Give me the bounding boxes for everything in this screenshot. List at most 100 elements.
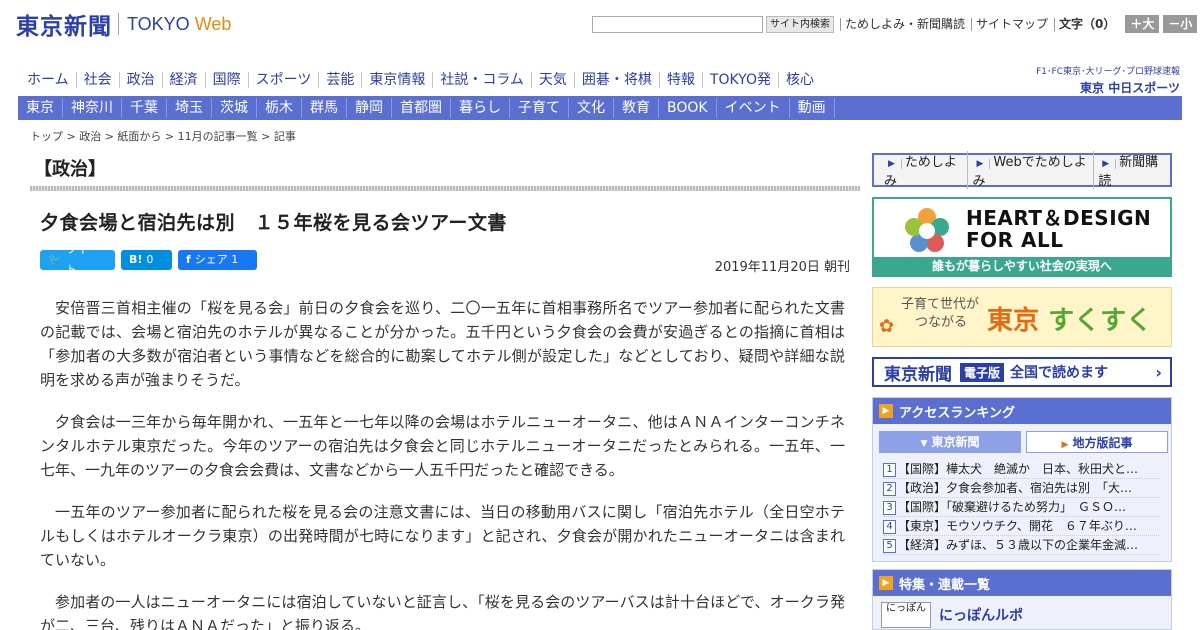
tokyo-sukusuku-banner[interactable]: ✿ 子育て世代が つながる 東京 すくすく <box>872 287 1172 347</box>
tweet-label: ツイート <box>65 243 99 276</box>
sitemap-link[interactable]: サイトマップ <box>971 17 1048 31</box>
heart-design-for-all-banner[interactable]: HEART＆DESIGN FOR ALL 誰もが暮らしやすい社会の実現へ <box>872 197 1172 277</box>
triangle-right-icon: ▶ <box>1098 159 1117 169</box>
tab-tokyo-shimbun[interactable]: ▼ 東京新聞 <box>879 431 1021 453</box>
ranking-item-text: 【国際】樺太犬 絶滅か 日本、秋田犬と… <box>898 462 1139 476</box>
region-book[interactable]: BOOK <box>659 98 717 118</box>
font-size-label: 文字（0） <box>1054 17 1115 31</box>
nav-international[interactable]: 国際 <box>204 72 248 88</box>
sukusuku-title: 東京 すくすく <box>987 300 1152 337</box>
rank-number: 4 <box>883 520 896 534</box>
nav-weather[interactable]: 天気 <box>530 72 574 88</box>
nav-kakushin[interactable]: 核心 <box>777 72 821 88</box>
chunichi-logo: 東京 中日スポーツ <box>1028 79 1180 96</box>
region-video[interactable]: 動画 <box>790 98 835 118</box>
ranking-item-text: 【国際】「破棄避けるため努力」 ＧＳＯ… <box>898 500 1127 514</box>
region-living[interactable]: 暮らし <box>451 98 510 118</box>
title-divider <box>30 186 860 191</box>
trial-reading-link[interactable]: ▶ ためしよみ <box>880 151 969 189</box>
nav-tokyo-hatsu[interactable]: TOKYO発 <box>701 72 778 88</box>
region-shutoken[interactable]: 首都圏 <box>392 98 451 118</box>
nav-go-shogi[interactable]: 囲碁・将棋 <box>573 72 659 88</box>
triangle-right-icon: ▶ <box>879 576 893 590</box>
font-increase-button[interactable]: ＋大 <box>1125 15 1160 33</box>
features-series-header: ▶ 特集・連載一覧 <box>873 570 1171 596</box>
flower-logo-icon <box>905 208 949 252</box>
chevron-right-icon: › <box>1155 362 1162 382</box>
hdfa-title-line1: HEART＆DESIGN <box>966 206 1152 230</box>
chunichi-sports-banner[interactable]: F1･FC東京･大リーグ･プロ野球速報 東京 中日スポーツ <box>1028 64 1180 96</box>
logo-english: TOKYO <box>127 13 190 34</box>
site-search-button[interactable]: サイト内検索 <box>766 15 834 33</box>
nav-tokyo-info[interactable]: 東京情報 <box>361 72 432 88</box>
hdfa-caption: 誰もが暮らしやすい社会の実現へ <box>874 257 1170 275</box>
nav-economy[interactable]: 経済 <box>161 72 205 88</box>
region-event[interactable]: イベント <box>717 98 790 118</box>
ranking-item[interactable]: 5 【経済】みずほ、５３歳以下の企業年金減… <box>883 536 1159 555</box>
ranking-item[interactable]: 3 【国際】「破棄避けるため努力」 ＧＳＯ… <box>883 498 1159 517</box>
access-ranking-header: ▶ アクセスランキング <box>873 398 1171 424</box>
hatena-count: 0 <box>146 253 154 266</box>
region-education[interactable]: 教育 <box>614 98 659 118</box>
features-series-panel: ▶ 特集・連載一覧 にっぽん にっぽんルポ <box>872 569 1172 630</box>
region-tokyo[interactable]: 東京 <box>18 98 63 118</box>
tab-local-edition[interactable]: ▶ 地方版記事 <box>1026 431 1168 453</box>
region-chiba[interactable]: 千葉 <box>122 98 167 118</box>
feature-item[interactable]: にっぽん にっぽんルポ <box>881 602 1023 628</box>
region-gunma[interactable]: 群馬 <box>302 98 347 118</box>
region-kanagawa[interactable]: 神奈川 <box>63 98 122 118</box>
breadcrumb[interactable]: トップ > 政治 > 紙面から > 11月の記事一覧 > 記事 <box>30 128 296 144</box>
site-logo[interactable]: 東京新聞 TOKYO Web <box>16 10 231 40</box>
site-search-input[interactable] <box>592 15 763 33</box>
ranking-item[interactable]: 4 【東京】モウソウチク、開花 ６７年ぶり… <box>883 517 1159 536</box>
facebook-share-button[interactable]: f シェア 1 <box>178 250 257 270</box>
tweet-button[interactable]: 🐦 ツイート <box>40 243 115 276</box>
subscription-links-box: ▶ ためしよみ ▶ Webでためしよみ ▶ 新聞購読 <box>872 151 1172 189</box>
logo-japanese: 東京新聞 <box>16 13 112 40</box>
region-parenting[interactable]: 子育て <box>510 98 569 118</box>
region-saitama[interactable]: 埼玉 <box>167 98 212 118</box>
nav-entertainment[interactable]: 芸能 <box>318 72 361 88</box>
feature-thumbnail: にっぽん <box>881 602 931 628</box>
digital-edition-banner[interactable]: 東京新聞 電子版 全国で読めます › <box>872 357 1172 387</box>
triangle-right-icon: ▶ <box>972 159 991 169</box>
section-title: 【政治】 <box>34 159 106 180</box>
triangle-right-icon: ▶ <box>1061 440 1069 450</box>
ranking-item[interactable]: 1 【国際】樺太犬 絶滅か 日本、秋田犬と… <box>883 460 1159 479</box>
article-date: 2019年11月20日 朝刊 <box>714 260 850 275</box>
logo-divider <box>118 13 119 35</box>
share-buttons: 🐦 ツイート B! 0 f シェア 1 <box>40 243 263 276</box>
main-nav: ホーム 社会 政治 経済 国際 スポーツ 芸能 東京情報 社説・コラム 天気 囲… <box>20 70 821 90</box>
sukusuku-subtitle: 子育て世代が つながる <box>901 296 979 332</box>
nav-home[interactable]: ホーム <box>20 72 76 88</box>
tab-local-edition-label: 地方版記事 <box>1072 436 1133 450</box>
article-paragraph: 安倍晋三首相主催の「桜を見る会」前日の夕食会を巡り、二〇一五年に首相事務所名でツ… <box>40 299 845 389</box>
facebook-f-icon: f <box>186 253 191 266</box>
ranking-list: 1 【国際】樺太犬 絶滅か 日本、秋田犬と… 2 【政治】夕食会参加者、宿泊先は別 … <box>883 460 1159 555</box>
region-culture[interactable]: 文化 <box>569 98 614 118</box>
rank-number: 5 <box>883 539 896 553</box>
ranking-item[interactable]: 2 【政治】夕食会参加者、宿泊先は別 「大… <box>883 479 1159 498</box>
region-tochigi[interactable]: 栃木 <box>257 98 302 118</box>
triangle-down-icon: ▼ <box>920 439 928 449</box>
rank-number: 3 <box>883 501 896 515</box>
nav-editorial[interactable]: 社説・コラム <box>432 72 531 88</box>
sukusuku-sub-line1: 子育て世代が <box>901 297 980 312</box>
subscribe-newspaper-link[interactable]: ▶ 新聞購読 <box>1094 151 1170 189</box>
chunichi-prefix: 東京 <box>1080 81 1105 95</box>
rank-number: 2 <box>883 482 896 496</box>
font-decrease-button[interactable]: －小 <box>1163 15 1198 33</box>
article-paragraph: 夕食会は一三年から毎年開かれ、一五年と一七年以降の会場はホテルニューオータニ、他… <box>40 413 845 479</box>
tulip-icon: ✿ <box>879 316 895 337</box>
nav-sports[interactable]: スポーツ <box>247 72 319 88</box>
sukusuku-title-a: 東京 <box>987 306 1040 336</box>
subscribe-link[interactable]: ためしよみ・新聞購読 <box>840 17 965 31</box>
chunichi-caption: F1･FC東京･大リーグ･プロ野球速報 <box>1036 67 1180 77</box>
hatena-bookmark-button[interactable]: B! 0 <box>121 250 172 270</box>
web-trial-link[interactable]: ▶ Webでためしよみ <box>968 151 1095 189</box>
nav-tokuho[interactable]: 特報 <box>658 72 702 88</box>
region-shizuoka[interactable]: 静岡 <box>347 98 392 118</box>
region-ibaraki[interactable]: 茨城 <box>212 98 257 118</box>
nav-society[interactable]: 社会 <box>75 72 119 88</box>
nav-politics[interactable]: 政治 <box>118 72 162 88</box>
